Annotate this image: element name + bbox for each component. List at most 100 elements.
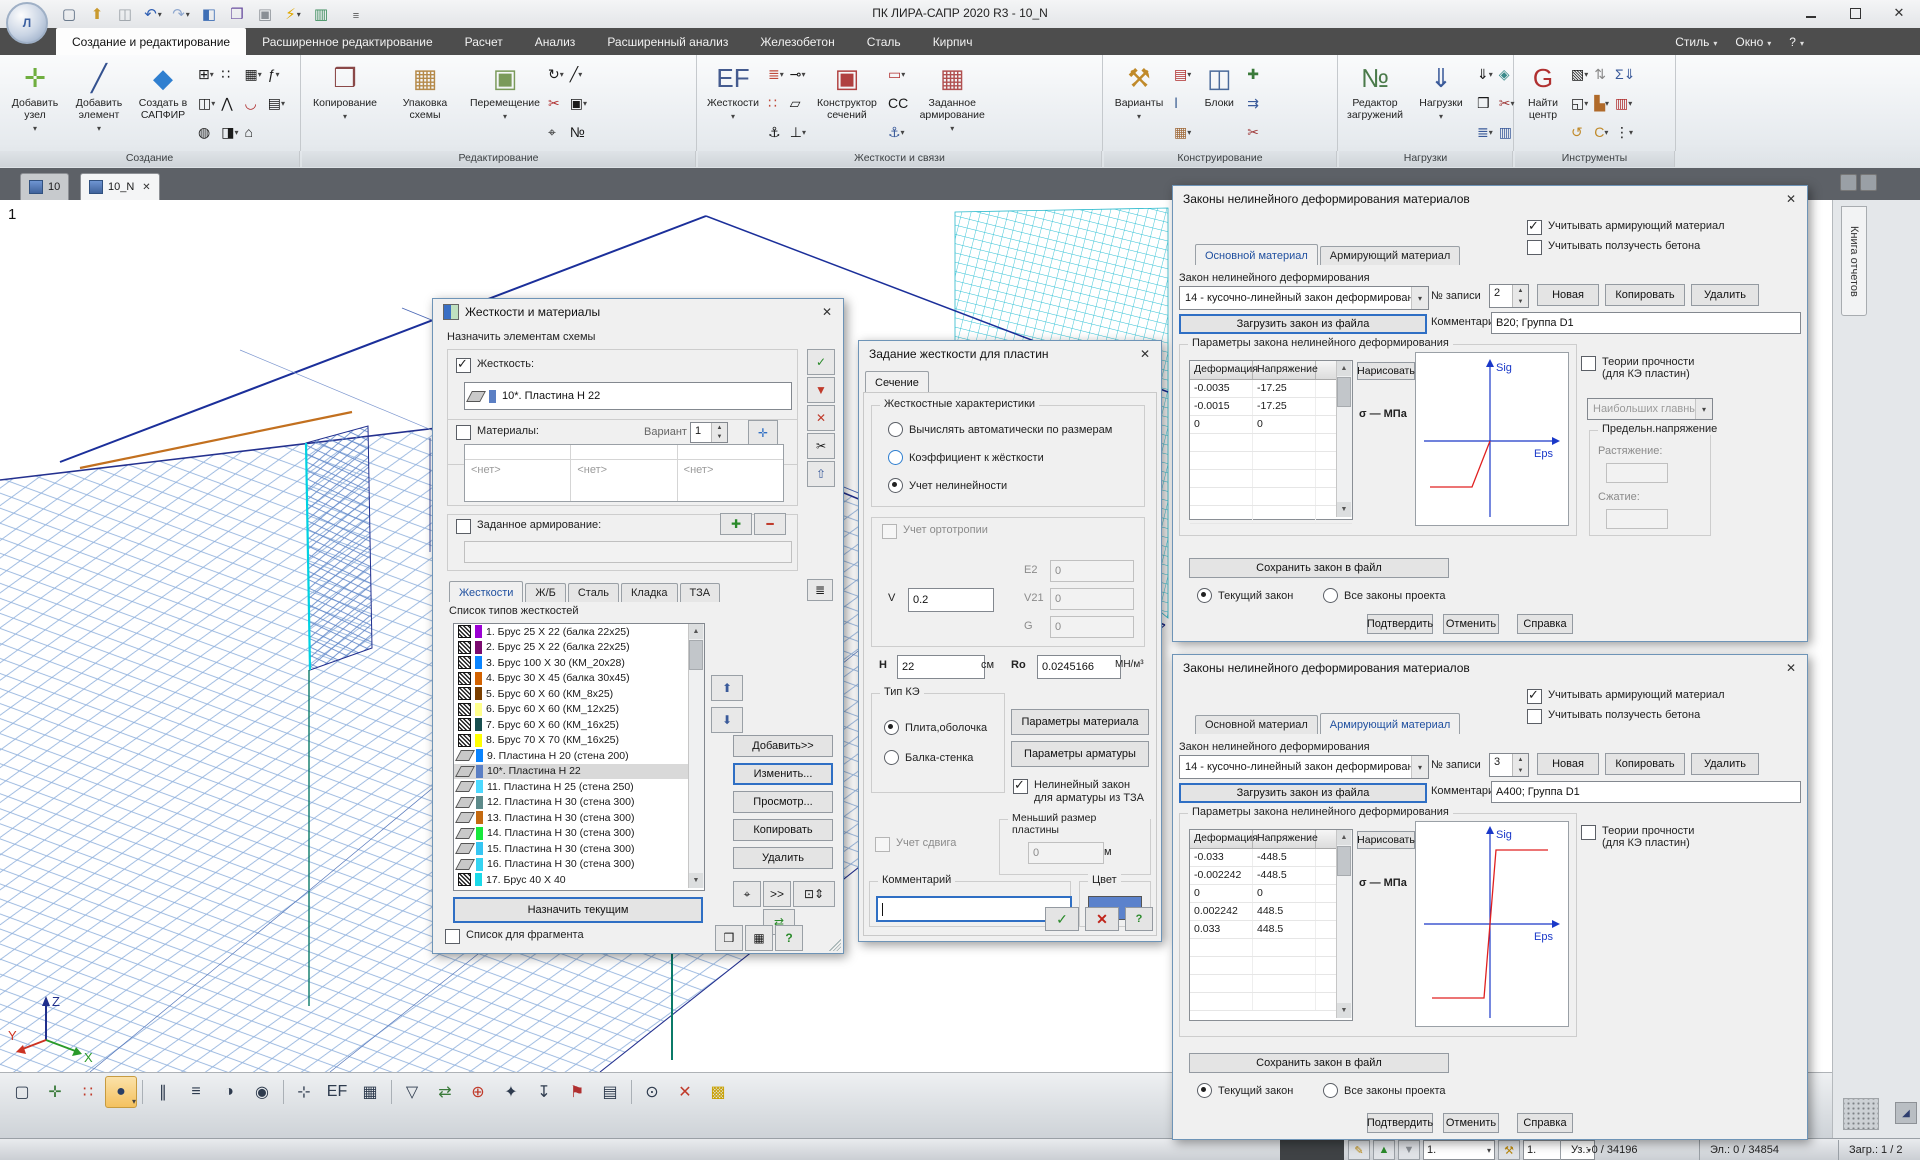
ring-icon[interactable]: ◉ bbox=[246, 1076, 278, 1108]
dialog-close-button[interactable] bbox=[1779, 189, 1803, 209]
close-button[interactable]: ✕ bbox=[1884, 2, 1914, 24]
consider-reinforcement-checkbox[interactable]: Учитывать армирующий материал bbox=[1527, 689, 1725, 704]
new-document[interactable]: ▢ bbox=[56, 2, 82, 26]
stiffness-dialog-tab[interactable]: Жесткости bbox=[449, 581, 523, 602]
table-icon[interactable]: ▤ bbox=[594, 1076, 626, 1108]
strength-theory-checkbox[interactable]: Теории прочности(для КЭ пластин) bbox=[1581, 825, 1795, 849]
sum-flows-button[interactable]: ⊡⇕ bbox=[793, 881, 835, 907]
zoom-icon[interactable]: ⊙ bbox=[636, 1076, 668, 1108]
ribbon-small-icon[interactable]: ◡ bbox=[243, 90, 264, 116]
stiffness-list-item[interactable]: 1. Брус 25 X 22 (балка 22x25) bbox=[454, 624, 704, 640]
help-button[interactable]: ? bbox=[1125, 907, 1153, 931]
grid-snap-icon[interactable]: ⊹ bbox=[288, 1076, 320, 1108]
copy[interactable]: ❒ Копирование bbox=[306, 59, 384, 151]
help-button[interactable]: ? bbox=[775, 925, 803, 951]
stiffness-list-item[interactable]: 16. Пластина Н 30 (стена 300) bbox=[454, 857, 704, 873]
panel-grip[interactable] bbox=[1843, 1098, 1879, 1130]
delete-icon[interactable]: ✕ bbox=[669, 1076, 701, 1108]
stiffness-list-item[interactable]: 14. Пластина Н 30 (стена 300) bbox=[454, 826, 704, 842]
delete-button[interactable]: Удалить bbox=[1691, 284, 1759, 306]
book-panels[interactable]: ❒ bbox=[224, 2, 250, 26]
table-row[interactable] bbox=[1190, 452, 1352, 470]
ribbon-small-icon[interactable]: Σ⇓ bbox=[1613, 61, 1637, 87]
add-reinforcement-button[interactable]: ✚ bbox=[720, 513, 752, 535]
stiffness-checkbox[interactable]: Жесткость: bbox=[456, 358, 534, 373]
ribbon-small-icon[interactable]: ▦ bbox=[1172, 119, 1193, 145]
current-law-radio[interactable]: Текущий закон bbox=[1197, 1083, 1293, 1098]
stiffness-action-button[interactable]: Удалить bbox=[733, 847, 833, 869]
ribbon-small-icon[interactable]: ∷ bbox=[219, 61, 240, 87]
table-row[interactable] bbox=[1190, 506, 1352, 524]
shear-checkbox[interactable]: Учет сдвига bbox=[875, 837, 956, 852]
ribbon-small-icon[interactable]: ⇉ bbox=[1245, 90, 1261, 116]
set-current-button[interactable]: Назначить текущим bbox=[453, 897, 703, 923]
confirm-button[interactable]: Подтвердить bbox=[1367, 1113, 1433, 1133]
save-law-button[interactable]: Сохранить закон в файл bbox=[1189, 1053, 1449, 1073]
confirm-button[interactable]: Подтвердить bbox=[1367, 614, 1433, 634]
view-sphere-icon[interactable]: ● bbox=[105, 1076, 137, 1108]
ribbon-small-icon[interactable]: ▥ bbox=[1613, 90, 1637, 116]
table-row[interactable]: 00 bbox=[1190, 885, 1352, 903]
nonlinearity-radio[interactable]: Учет нелинейности bbox=[888, 478, 1007, 493]
redo[interactable]: ↷ bbox=[168, 2, 194, 26]
ribbon-small-icon[interactable]: ❒ bbox=[1475, 90, 1495, 116]
table-row[interactable]: -0.0015-17.25 bbox=[1190, 398, 1352, 416]
cancel-button[interactable]: Отменить bbox=[1443, 1113, 1499, 1133]
remove-assignment-button[interactable]: ✕ bbox=[807, 405, 835, 431]
add-node[interactable]: ✛ Добавитьузел bbox=[4, 59, 66, 151]
fragment-list-checkbox[interactable]: Список для фрагмента bbox=[445, 929, 584, 944]
all-laws-radio[interactable]: Все законы проекта bbox=[1323, 1083, 1446, 1098]
save-law-button[interactable]: Сохранить закон в файл bbox=[1189, 558, 1449, 578]
ribbon-small-icon[interactable]: ⚓ bbox=[766, 119, 786, 145]
ribbon-small-icon[interactable]: ✂ bbox=[1245, 119, 1261, 145]
list-scrollbar[interactable]: ▲▼ bbox=[688, 624, 704, 888]
stiffness[interactable]: EFЖесткости bbox=[702, 59, 764, 151]
ribbon-small-icon[interactable]: CC bbox=[886, 90, 910, 116]
ribbon-small-icon[interactable]: ⋀ bbox=[219, 90, 240, 116]
app-menu-button[interactable]: Л bbox=[6, 2, 48, 44]
table-row[interactable] bbox=[1190, 975, 1352, 993]
ribbon-small-icon[interactable]: ⇓ bbox=[1475, 61, 1495, 87]
stiffness-action-button[interactable]: Копировать bbox=[733, 819, 833, 841]
arrow-up-button[interactable]: ⇧ bbox=[807, 461, 835, 487]
new-button[interactable]: Новая bbox=[1537, 284, 1599, 306]
create-in-sapfir[interactable]: ◆ Создать вСАПФИР bbox=[132, 59, 194, 151]
ribbon-small-icon[interactable]: ◫ bbox=[196, 90, 217, 116]
pin-icon[interactable]: ↧ bbox=[528, 1076, 560, 1108]
ribbon-small-icon[interactable]: № bbox=[568, 119, 589, 145]
variant-hammer-icon[interactable]: ⚒ bbox=[1498, 1140, 1520, 1160]
ribbon-small-icon[interactable]: ▱ bbox=[788, 90, 808, 116]
main-material-tab[interactable]: Основной материал bbox=[1195, 244, 1318, 265]
blocks[interactable]: ◫Блоки bbox=[1195, 59, 1243, 151]
concrete-creep-checkbox[interactable]: Учитывать ползучесть бетона bbox=[1527, 709, 1700, 724]
table-row[interactable] bbox=[1190, 993, 1352, 1011]
law-combo[interactable]: 14 - кусочно-линейный закон деформирован… bbox=[1179, 286, 1429, 310]
pack-model[interactable]: ▦ Упаковкасхемы bbox=[386, 59, 464, 151]
cleanup-icon[interactable]: ✦ bbox=[495, 1076, 527, 1108]
ribbon-small-icon[interactable]: ↺ bbox=[1569, 119, 1590, 145]
model-toggle-icon[interactable]: ▩ bbox=[702, 1076, 734, 1108]
filter-icon[interactable]: ▽ bbox=[396, 1076, 428, 1108]
stiffness-list-item[interactable]: 5. Брус 60 X 60 (КМ_8x25) bbox=[454, 686, 704, 702]
material-params-button[interactable]: Параметры материала bbox=[1011, 709, 1149, 735]
stiffness-action-button[interactable]: Добавить>> bbox=[733, 735, 833, 757]
ribbon-small-icon[interactable]: ▤ bbox=[266, 90, 287, 116]
ribbon-small-icon[interactable]: ▙ bbox=[1592, 90, 1611, 116]
table-row[interactable]: 0.033448.5 bbox=[1190, 921, 1352, 939]
diagram[interactable]: ▥ bbox=[308, 2, 334, 26]
section-tab[interactable]: Сечение bbox=[865, 371, 929, 392]
document-tab-10[interactable]: 10 bbox=[20, 173, 69, 200]
ribbon-small-icon[interactable]: Ⅰ bbox=[1172, 90, 1193, 116]
delete-button[interactable]: Удалить bbox=[1691, 753, 1759, 775]
stiffness-coeff-radio[interactable]: Коэффициент к жёсткости bbox=[888, 450, 1044, 465]
stiffness-dialog-tab[interactable]: ТЗА bbox=[680, 583, 721, 602]
variant-spinner[interactable]: 1▲▼ bbox=[690, 422, 728, 443]
toolbar-icon[interactable] bbox=[138, 1077, 146, 1107]
maximize-button[interactable] bbox=[1840, 2, 1870, 24]
ribbon-tab[interactable]: Кирпич bbox=[917, 28, 989, 55]
stiffness-list-item[interactable]: 8. Брус 70 X 70 (КМ_16x25) bbox=[454, 733, 704, 749]
dialog-close-button[interactable] bbox=[1779, 658, 1803, 678]
ribbon-small-icon[interactable]: ▥ bbox=[1497, 119, 1517, 145]
ribbon-tab[interactable]: Расчет bbox=[449, 28, 519, 55]
next-loadcase-button[interactable]: ▼ bbox=[1398, 1140, 1420, 1160]
